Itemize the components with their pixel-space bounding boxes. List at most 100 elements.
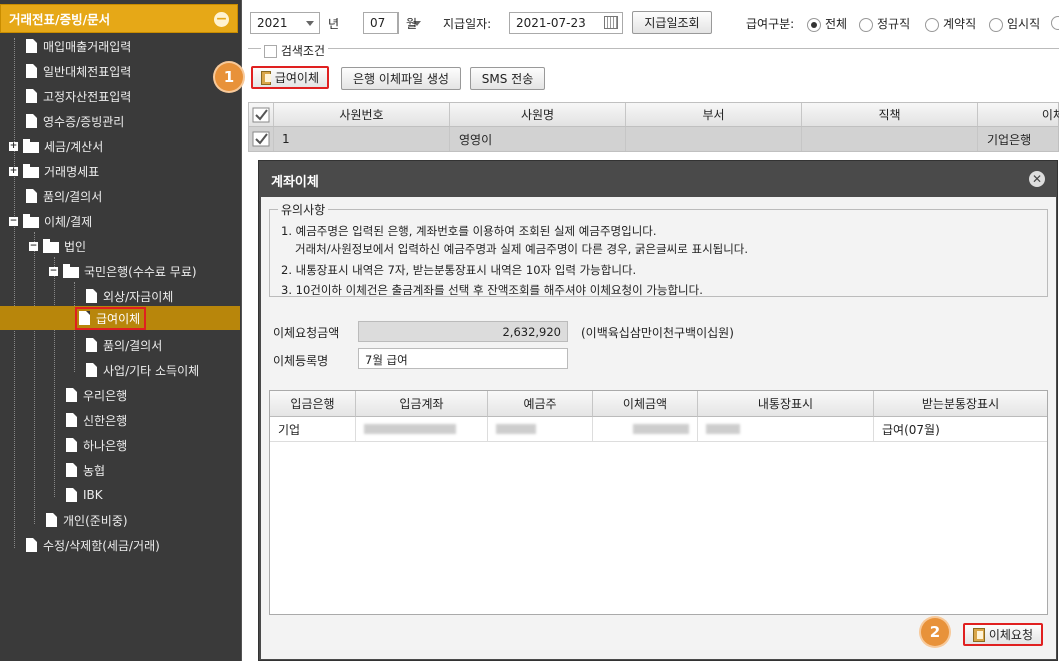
col-position[interactable]: 직책 xyxy=(802,103,978,126)
sidebar-item-corporate[interactable]: − 법인 xyxy=(0,234,240,258)
calendar-icon[interactable] xyxy=(604,16,618,29)
cell-department xyxy=(626,127,802,151)
row-checkbox[interactable] xyxy=(249,127,274,151)
search-condition-toggle[interactable]: 검색조건 xyxy=(261,42,328,59)
sidebar-item-modify-delete[interactable]: 수정/삭제함(세금/거래) xyxy=(0,533,240,557)
select-all-checkbox[interactable] xyxy=(249,103,274,126)
year-label: 년 xyxy=(328,17,340,31)
col-employee-no[interactable]: 사원번호 xyxy=(274,103,450,126)
step-badge-2: 2 xyxy=(921,618,949,646)
cell-employee-name: 영영이 xyxy=(450,127,626,151)
sidebar-item-business-income[interactable]: 사업/기타 소득이체 xyxy=(0,358,240,382)
document-icon xyxy=(66,463,77,477)
col-transfer[interactable]: 이체 xyxy=(978,103,1059,126)
transfer-request-button[interactable]: 이체요청 xyxy=(963,623,1043,646)
sidebar-item-label: 영수증/증빙관리 xyxy=(43,114,125,129)
col-deposit-account[interactable]: 입금계좌 xyxy=(356,391,488,417)
filter-bar: 2021 년 07 월 지급일자: 2021-07-23 지급일조회 급여구분:… xyxy=(243,0,1059,48)
collapse-tree-icon[interactable]: − xyxy=(9,216,18,226)
radio-icon[interactable] xyxy=(925,17,939,32)
sidebar-item-label: 고정자산전표입력 xyxy=(43,89,132,104)
sidebar-item-transfer-payment[interactable]: − 이체/결제 xyxy=(0,209,240,233)
pay-date-search-button[interactable]: 지급일조회 xyxy=(632,11,712,34)
col-my-memo[interactable]: 내통장표시 xyxy=(698,391,874,417)
pay-type-regular[interactable]: 정규직 xyxy=(859,15,910,32)
notice-line-3: 3. 10건이하 이체건은 출금계좌를 선택 후 잔액조회를 해주셔야 이체요청… xyxy=(281,283,703,297)
radio-icon[interactable] xyxy=(1051,15,1059,30)
cell-transfer-amount[interactable] xyxy=(593,417,698,442)
redacted-value xyxy=(706,424,740,434)
pay-type-all-label: 전체 xyxy=(825,17,848,31)
year-select[interactable]: 2021 xyxy=(250,12,320,34)
document-icon xyxy=(26,39,37,53)
sidebar-item-purchase-sales[interactable]: 매입매출거래입력 xyxy=(0,34,240,58)
expand-icon[interactable]: + xyxy=(9,166,18,176)
amount-field: 2,632,920 xyxy=(358,321,568,342)
cell-bank: 기업은행 xyxy=(987,132,1032,147)
sidebar-item-shinhan-bank[interactable]: 신한은행 xyxy=(0,408,240,432)
sidebar-item-transaction-statement[interactable]: + 거래명세표 xyxy=(0,159,240,183)
sidebar-item-general-voucher[interactable]: 일반대체전표입력 xyxy=(0,59,240,83)
pay-type-contract-label: 계약직 xyxy=(943,17,977,31)
check-icon xyxy=(252,131,270,147)
collapse-icon[interactable]: − xyxy=(214,12,229,27)
expand-icon[interactable]: + xyxy=(9,141,18,151)
sms-button[interactable]: SMS 전송 xyxy=(470,67,545,90)
sidebar-item-personal[interactable]: 개인(준비중) xyxy=(0,508,240,532)
checkbox-icon[interactable] xyxy=(264,45,277,58)
sidebar-item-woori-bank[interactable]: 우리은행 xyxy=(0,383,240,407)
sidebar-item-receipts[interactable]: 영수증/증빙관리 xyxy=(0,109,240,133)
sidebar-item-label: 신한은행 xyxy=(83,413,128,428)
cell-my-memo[interactable] xyxy=(698,417,874,442)
pay-type-all[interactable]: 전체 xyxy=(807,15,847,32)
sidebar-item-label: 개인(준비중) xyxy=(63,513,128,528)
radio-selected-icon[interactable] xyxy=(807,17,821,32)
cell-deposit-bank[interactable]: 기업 xyxy=(270,417,356,442)
sidebar-item-tax-invoice[interactable]: + 세금/계산서 xyxy=(0,134,240,158)
sidebar-item-label: 외상/자금이체 xyxy=(103,289,174,304)
sidebar-item-hana-bank[interactable]: 하나은행 xyxy=(0,433,240,457)
sidebar-item-nonghyup[interactable]: 농협 xyxy=(0,458,240,482)
cell-account-holder[interactable] xyxy=(488,417,593,442)
pay-date-input[interactable]: 2021-07-23 xyxy=(509,12,623,34)
col-department[interactable]: 부서 xyxy=(626,103,802,126)
month-select-spacer xyxy=(363,12,397,34)
col-employee-name[interactable]: 사원명 xyxy=(450,103,626,126)
document-icon xyxy=(66,438,77,452)
sidebar-item-approval-kb[interactable]: 품의/결의서 xyxy=(0,333,240,357)
sidebar-item-label: 품의/결의서 xyxy=(103,338,163,353)
sidebar-item-credit-fund-transfer[interactable]: 외상/자금이체 xyxy=(0,284,240,308)
payroll-transfer-button[interactable]: 급여이체 xyxy=(251,66,329,89)
pay-type-contract[interactable]: 계약직 xyxy=(925,15,976,32)
sidebar-header[interactable]: 거래전표/증빙/문서 − xyxy=(0,4,238,33)
close-icon[interactable]: ✕ xyxy=(1029,171,1045,187)
col-account-holder[interactable]: 예금주 xyxy=(488,391,593,417)
cell-recipient-memo[interactable]: 급여(07월) xyxy=(874,417,1047,442)
reg-name-input[interactable]: 7월 급여 xyxy=(358,348,568,369)
col-transfer-amount[interactable]: 이체금액 xyxy=(593,391,698,417)
collapse-tree-icon[interactable]: − xyxy=(49,266,58,276)
cell-deposit-account[interactable] xyxy=(356,417,488,442)
document-icon xyxy=(26,64,37,78)
col-deposit-bank[interactable]: 입금은행 xyxy=(270,391,356,417)
step-badge-1: 1 xyxy=(215,63,243,91)
folder-icon xyxy=(23,138,39,153)
sidebar-item-ibk[interactable]: IBK xyxy=(0,483,240,507)
document-icon xyxy=(66,488,77,502)
sidebar-item-fixed-asset[interactable]: 고정자산전표입력 xyxy=(0,84,240,108)
dialog-body: 유의사항 1. 예금주명은 입력된 은행, 계좌번호를 이용하여 조회된 실제 … xyxy=(261,197,1056,659)
radio-icon[interactable] xyxy=(989,17,1003,32)
chevron-down-icon xyxy=(306,21,314,26)
bank-file-button[interactable]: 은행 이체파일 생성 xyxy=(341,67,461,90)
col-recipient-memo[interactable]: 받는분통장표시 xyxy=(874,391,1047,417)
sidebar-item-approval[interactable]: 품의/결의서 xyxy=(0,184,240,208)
collapse-tree-icon[interactable]: − xyxy=(29,241,38,251)
sidebar-item-label: 법인 xyxy=(64,239,87,254)
pay-type-temporary[interactable]: 임시직 xyxy=(989,15,1040,32)
sidebar: 거래전표/증빙/문서 − 매입매출거래입력 일반대체전표입력 고정자산전표입력 … xyxy=(0,0,242,661)
sidebar-item-payroll-transfer[interactable]: 급여이체 xyxy=(0,306,240,330)
redacted-value xyxy=(364,424,456,434)
table-row[interactable]: 1 영영이 기업은행 xyxy=(248,127,1059,152)
radio-icon[interactable] xyxy=(859,17,873,32)
sidebar-item-kb-bank[interactable]: − 국민은행(수수료 무료) xyxy=(0,259,240,283)
